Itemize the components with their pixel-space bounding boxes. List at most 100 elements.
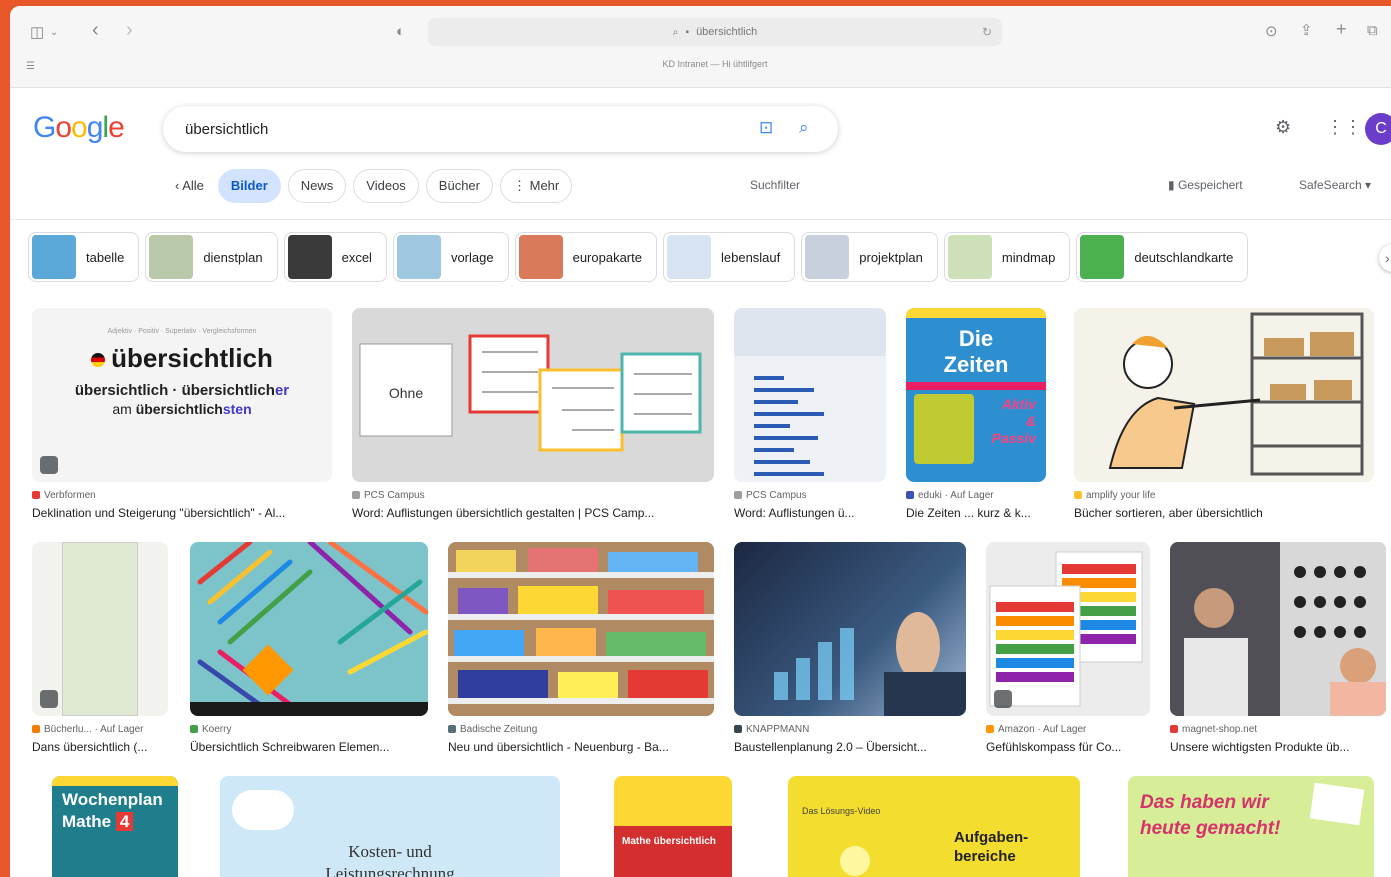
forward-icon[interactable]: ›	[126, 20, 133, 40]
image-result[interactable]: Kosten- und Leistungsrechnung	[220, 776, 560, 877]
image-result[interactable]: KNAPPMANN Baustellenplanung 2.0 – Übersi…	[734, 542, 966, 754]
tab-all[interactable]: ‹ Alle	[168, 169, 211, 203]
image-result[interactable]: Adjektiv · Positiv · Superlativ · Vergle…	[32, 308, 332, 520]
reload-icon[interactable]: ↻	[982, 18, 992, 46]
result-thumbnail[interactable]: Ohne	[352, 308, 714, 482]
chevron-down-icon[interactable]: ⌄	[50, 24, 58, 42]
result-thumbnail[interactable]: Die Zeiten Aktiv & Passiv	[906, 308, 1046, 482]
result-thumbnail[interactable]: Kosten- und Leistungsrechnung	[220, 776, 560, 877]
related-search-chip[interactable]: excel	[283, 232, 387, 282]
related-search-chip[interactable]: dienstplan	[145, 232, 278, 282]
image-result[interactable]: Das haben wir heute gemacht!	[1128, 776, 1374, 877]
result-source[interactable]: KNAPPMANN	[734, 724, 966, 735]
result-source[interactable]: PCS Campus	[352, 490, 714, 501]
result-thumbnail[interactable]	[190, 542, 428, 716]
privacy-shield-icon[interactable]: ◐	[396, 23, 405, 41]
result-thumbnail[interactable]: Wochenplan Mathe 4	[52, 776, 178, 877]
result-source[interactable]: PCS Campus	[734, 490, 886, 501]
result-title[interactable]: Übersichtlich Schreibwaren Elemen...	[190, 740, 428, 754]
result-thumbnail[interactable]	[1074, 308, 1374, 482]
cover-loesungsvideo: Das Lösungs-Video	[802, 806, 881, 816]
result-thumbnail[interactable]	[986, 542, 1150, 716]
tab-news[interactable]: News	[287, 169, 347, 203]
result-title[interactable]: Word: Auflistungen übersichtlich gestalt…	[352, 506, 714, 520]
result-source[interactable]: Bücherlu... · Auf Lager	[32, 724, 168, 735]
result-source[interactable]: Verbformen	[32, 490, 332, 501]
google-logo[interactable]: Google	[33, 111, 125, 145]
result-thumbnail[interactable]: Das haben wir heute gemacht!	[1128, 776, 1374, 877]
address-bar[interactable]: ⌕ ▪ übersichtlich ↻	[428, 18, 1002, 46]
result-thumbnail[interactable]: Mathe übersichtlich	[614, 776, 732, 877]
related-search-chip[interactable]: vorlage	[392, 232, 509, 282]
result-thumbnail[interactable]: Adjektiv · Positiv · Superlativ · Vergle…	[32, 308, 332, 482]
result-title[interactable]: Die Zeiten ... kurz & k...	[906, 506, 1046, 520]
new-tab-icon[interactable]: +	[1336, 20, 1347, 38]
tab-books[interactable]: Bücher	[425, 169, 493, 203]
result-title[interactable]: Deklination und Steigerung "übersichtlic…	[32, 506, 332, 520]
back-icon[interactable]: ‹	[92, 20, 99, 40]
result-source[interactable]: Amazon · Auf Lager	[986, 724, 1150, 735]
result-title[interactable]: Bücher sortieren, aber übersichtlich	[1074, 506, 1374, 520]
saved-button[interactable]: ▮ Gespeichert	[1168, 178, 1243, 192]
tab-images[interactable]: Bilder	[217, 169, 281, 203]
image-result[interactable]: Das Lösungs-Video Aufgaben- bereiche	[788, 776, 1080, 877]
image-result[interactable]: Badische Zeitung Neu und übersichtlich -…	[448, 542, 714, 754]
result-thumbnail[interactable]	[734, 308, 886, 482]
result-thumbnail[interactable]	[448, 542, 714, 716]
result-thumbnail[interactable]: Das Lösungs-Video Aufgaben- bereiche	[788, 776, 1080, 877]
share-icon[interactable]: ⇪	[1300, 22, 1313, 40]
apps-grid-icon[interactable]: ⋮⋮	[1326, 117, 1362, 138]
image-result[interactable]: Wochenplan Mathe 4	[52, 776, 178, 877]
image-result[interactable]: Mathe übersichtlich	[614, 776, 732, 877]
search-icon[interactable]: ⌕	[799, 118, 809, 138]
result-thumbnail[interactable]	[734, 542, 966, 716]
related-search-chip[interactable]: mindmap	[943, 232, 1071, 282]
settings-gear-icon[interactable]: ⚙	[1275, 117, 1291, 138]
result-title[interactable]: Neu und übersichtlich - Neuenburg - Ba..…	[448, 740, 714, 754]
related-search-chip[interactable]: tabelle	[28, 232, 140, 282]
image-result[interactable]: Amazon · Auf Lager Gefühlskompass für Co…	[986, 542, 1150, 754]
form-superlative-suffix: sten	[222, 401, 252, 417]
result-title[interactable]: Gefühlskompass für Co...	[986, 740, 1150, 754]
image-result[interactable]: PCS Campus Word: Auflistungen ü...	[734, 308, 886, 520]
result-title[interactable]: Unsere wichtigsten Produkte üb...	[1170, 740, 1386, 754]
result-thumbnail[interactable]	[1170, 542, 1386, 716]
search-input[interactable]	[185, 118, 745, 140]
result-title[interactable]: Word: Auflistungen ü...	[734, 506, 886, 520]
gallery-icon	[40, 690, 58, 708]
result-title[interactable]: Dans übersichtlich (...	[32, 740, 168, 754]
result-source[interactable]: magnet-shop.net	[1170, 724, 1386, 735]
result-source[interactable]: eduki · Auf Lager	[906, 490, 1046, 501]
safesearch-button[interactable]: SafeSearch ▾	[1299, 178, 1371, 192]
result-thumbnail[interactable]	[32, 542, 168, 716]
result-source[interactable]: Koerry	[190, 724, 428, 735]
related-search-chip[interactable]: europakarte	[514, 232, 657, 282]
sidebar-toggle-icon[interactable]: ◫	[30, 24, 44, 42]
result-source[interactable]: Badische Zeitung	[448, 724, 714, 735]
related-search-chip[interactable]: projektplan	[801, 232, 938, 282]
image-result[interactable]: amplify your life Bücher sortieren, aber…	[1074, 308, 1374, 520]
result-title[interactable]: Baustellenplanung 2.0 – Übersicht...	[734, 740, 966, 754]
search-filter-button[interactable]: Suchfilter	[750, 178, 800, 192]
german-flag-icon	[91, 353, 106, 368]
tab-more[interactable]: ⋮ Mehr	[500, 169, 573, 203]
download-icon[interactable]: ⊙	[1265, 23, 1278, 41]
image-result[interactable]: Koerry Übersichtlich Schreibwaren Elemen…	[190, 542, 428, 754]
magnet-board-graphic	[1170, 542, 1386, 716]
search-box[interactable]: ⊡ ⌕	[163, 106, 838, 152]
tabs-icon[interactable]: ⧉	[1367, 22, 1378, 40]
chip-label: vorlage	[450, 249, 494, 265]
result-source[interactable]: amplify your life	[1074, 490, 1374, 501]
image-result[interactable]: magnet-shop.net Unsere wichtigsten Produ…	[1170, 542, 1386, 754]
account-avatar[interactable]: C	[1365, 113, 1391, 145]
image-result[interactable]: Die Zeiten Aktiv & Passiv eduki · Auf La…	[906, 308, 1046, 520]
image-result[interactable]: Bücherlu... · Auf Lager Dans übersichtli…	[32, 542, 168, 754]
card-superlative: am übersichtlichsten	[32, 401, 332, 417]
tab-overview-icon[interactable]: ☰	[26, 58, 35, 76]
lens-icon[interactable]: ⊡	[759, 118, 773, 138]
related-search-chip[interactable]: lebenslauf	[662, 232, 796, 282]
related-search-chip[interactable]: deutschlandkarte	[1076, 232, 1249, 282]
image-result[interactable]: Ohne PCS Campus Word: Auflistungen übers…	[352, 308, 714, 520]
tab-videos[interactable]: Videos	[353, 169, 419, 203]
chip-thumbnail	[947, 235, 992, 279]
